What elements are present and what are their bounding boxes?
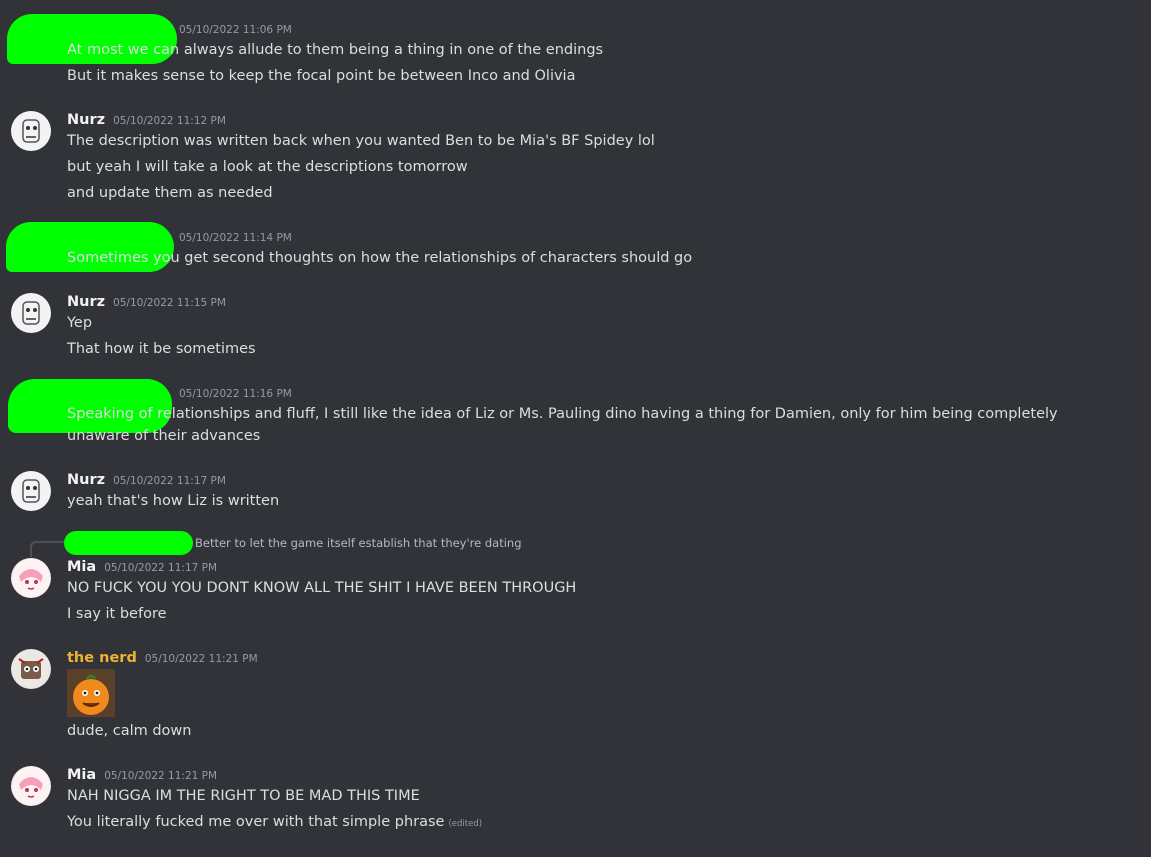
message-text: At most we can always allude to them bei… [67,42,604,58]
avatar-sketch-icon [12,112,50,150]
message-text: dude, calm down [67,723,192,739]
message-timestamp: 05/10/2022 11:15 PM [113,297,226,309]
reply-preview[interactable]: Better to let the game itself establish … [195,536,522,550]
message-header: Mia 05/10/2022 11:17 PM [67,559,217,575]
message-header: Mia 05/10/2022 11:21 PM [67,767,217,783]
message-timestamp: 05/10/2022 11:14 PM [179,232,292,244]
message-timestamp: 05/10/2022 11:21 PM [104,770,218,782]
message-text: Sometimes you get second thoughts on how… [67,250,693,266]
avatar-nurz[interactable] [11,111,51,151]
avatar-character-icon [12,559,50,597]
edited-label: (edited) [448,819,483,829]
avatar-sketch-icon [12,472,50,510]
avatar-sketch-icon [12,294,50,332]
message-timestamp: 05/10/2022 11:06 PM [179,24,292,36]
avatar-mia[interactable] [11,558,51,598]
message-text: NO FUCK YOU YOU DONT KNOW ALL THE SHIT I… [67,580,577,596]
message-text: NAH NIGGA IM THE RIGHT TO BE MAD THIS TI… [67,788,420,804]
avatar-nurz[interactable] [11,471,51,511]
author-name[interactable]: Nurz [67,112,105,128]
avatar-the-nerd[interactable] [11,649,51,689]
message-text: You literally fucked me over with that s… [67,814,445,830]
message-text: That how it be sometimes [67,341,256,357]
author-name[interactable]: Nurz [67,294,105,310]
redacted-reply-username [64,531,193,555]
message-text: and update them as needed [67,185,273,201]
avatar-nurz[interactable] [11,293,51,333]
author-name[interactable]: Mia [67,559,96,575]
message-text-line: You literally fucked me over with that s… [67,811,1111,835]
message-header: the nerd 05/10/2022 11:21 PM [67,650,258,666]
avatar-character-icon [12,650,50,688]
avatar-mia[interactable] [11,766,51,806]
message-header: Nurz 05/10/2022 11:17 PM [67,472,226,488]
message-text: But it makes sense to keep the focal poi… [67,68,576,84]
message-text: Yep [67,315,93,331]
message-timestamp: 05/10/2022 11:17 PM [104,562,218,574]
message-text: but yeah I will take a look at the descr… [67,159,468,175]
message-timestamp: 05/10/2022 11:21 PM [144,653,258,665]
message-text: Speaking of relationships and fluff, I s… [67,406,1058,444]
author-name[interactable]: Nurz [67,472,105,488]
message-header: Nurz 05/10/2022 11:12 PM [67,112,226,128]
author-name[interactable]: Mia [67,767,96,783]
message-text: yeah that's how Liz is written [67,493,280,509]
avatar-character-icon [12,767,50,805]
message-text: The description was written back when yo… [67,133,655,149]
message-timestamp: 05/10/2022 11:16 PM [179,388,292,400]
reply-connector [30,541,64,557]
orange-face-image [67,669,115,717]
message-timestamp: 05/10/2022 11:17 PM [113,475,226,487]
message-timestamp: 05/10/2022 11:12 PM [113,115,226,127]
author-name[interactable]: the nerd [67,650,137,666]
image-attachment[interactable] [67,669,115,717]
message-text: I say it before [67,606,167,622]
message-header: Nurz 05/10/2022 11:15 PM [67,294,226,310]
